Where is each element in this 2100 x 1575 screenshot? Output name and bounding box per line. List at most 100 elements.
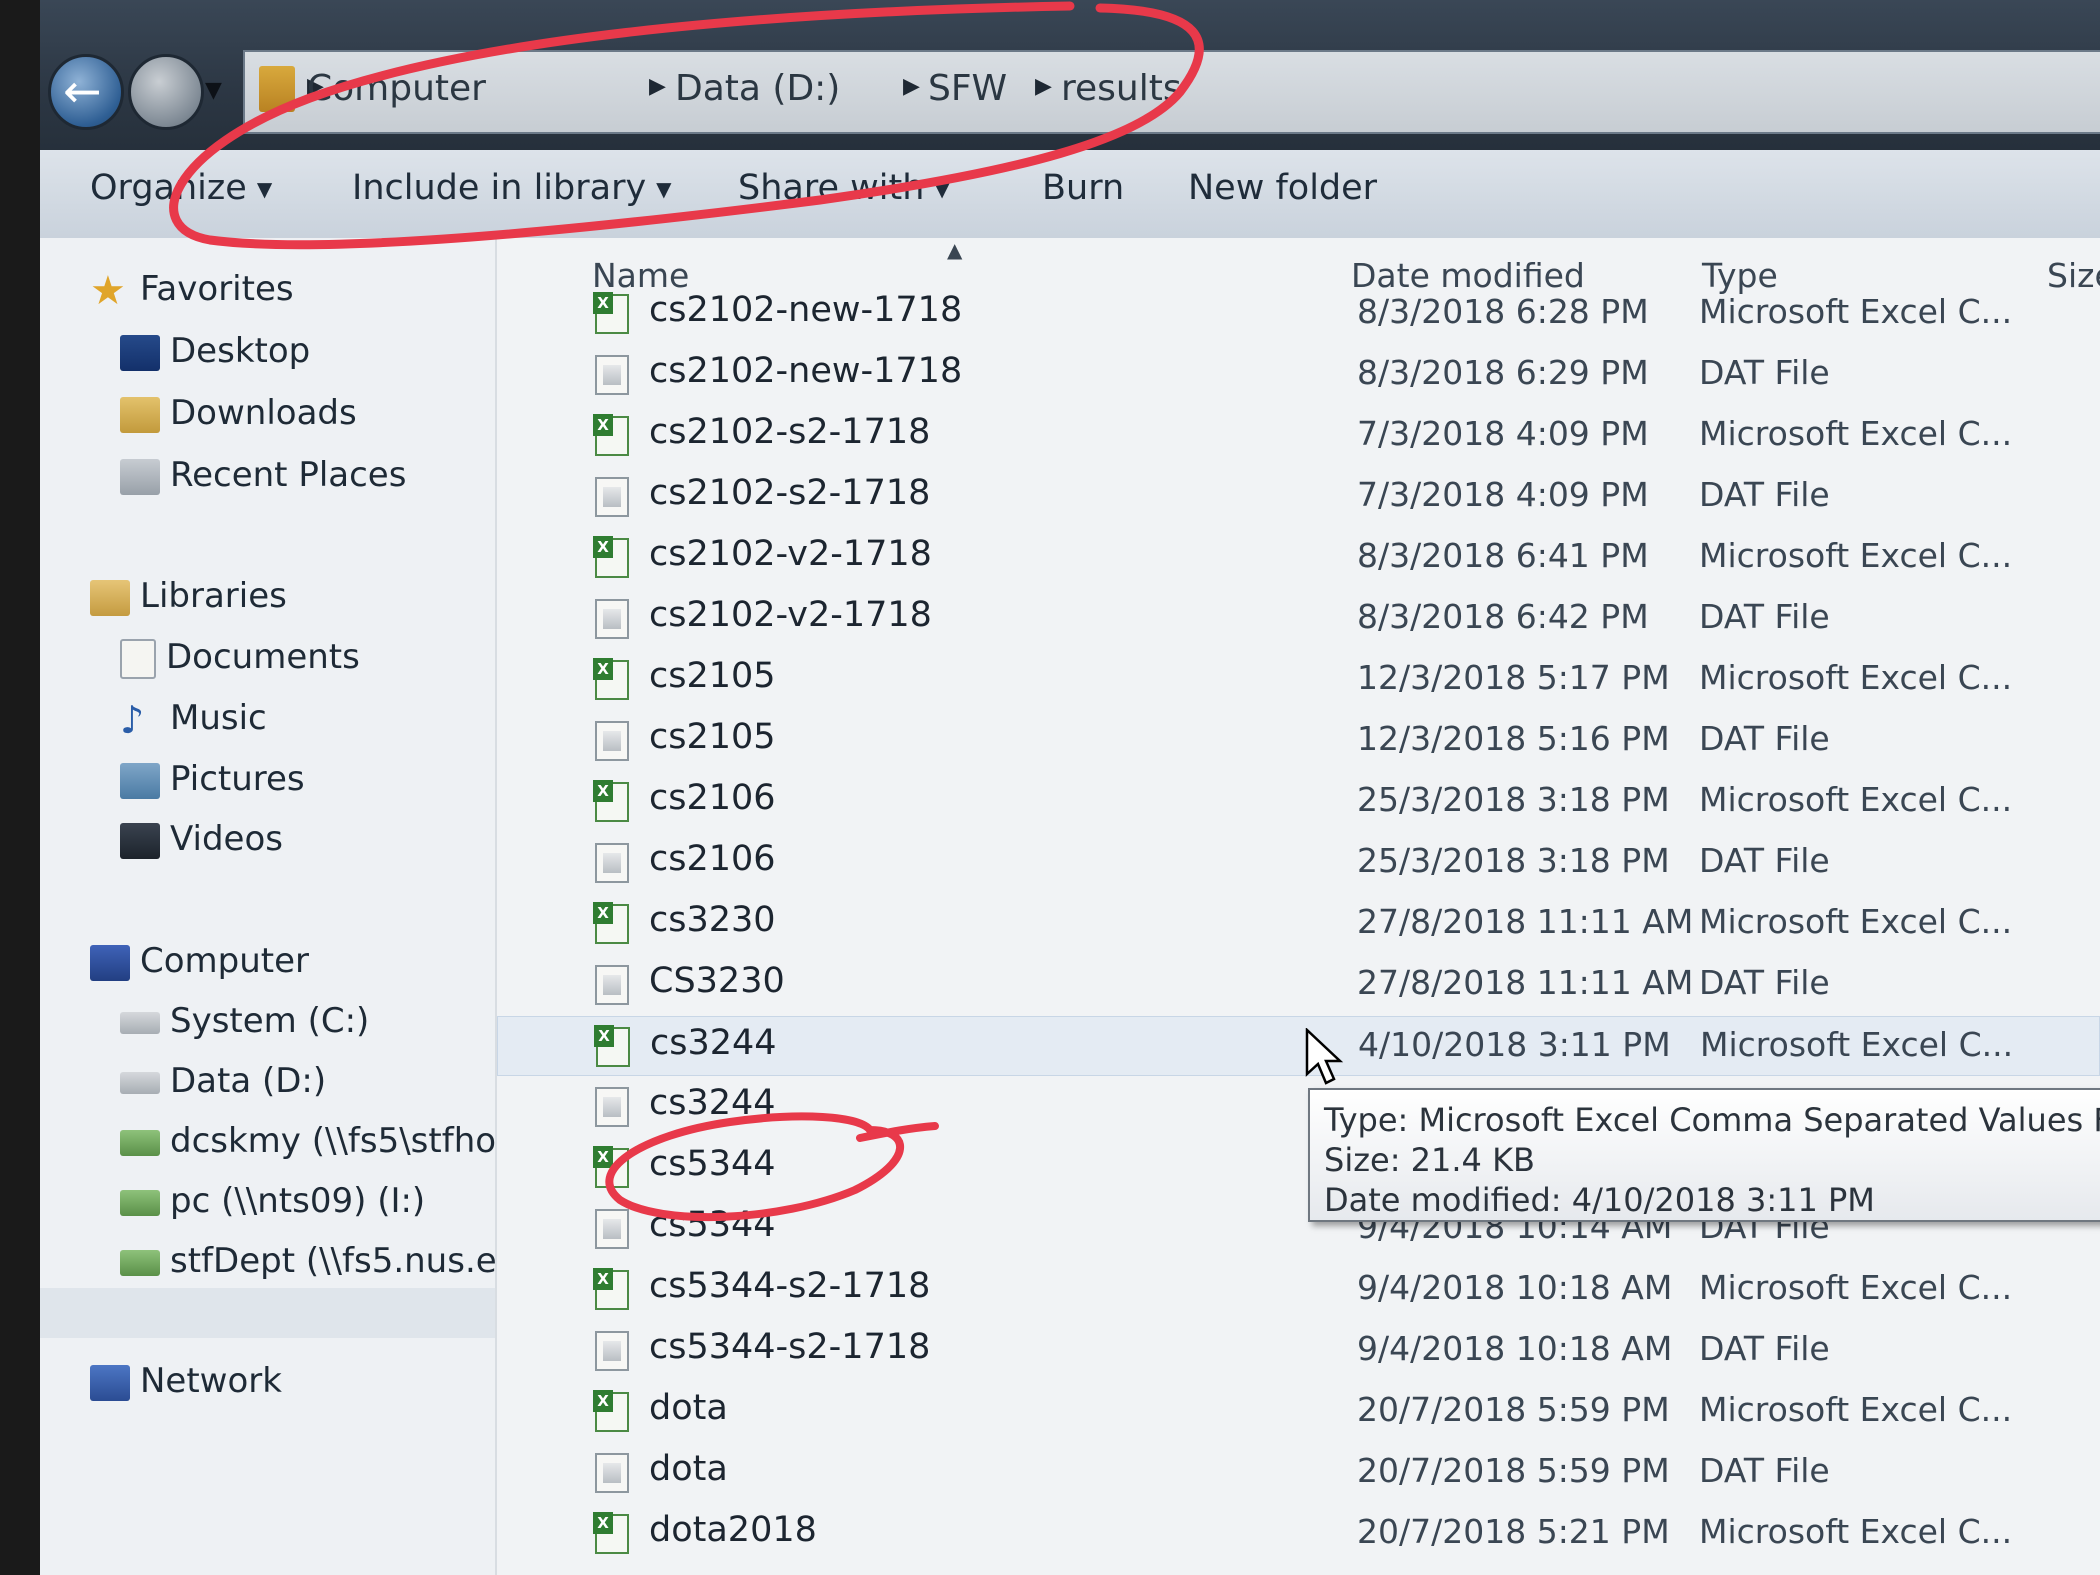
nav-music-label: Music bbox=[170, 698, 267, 738]
nav-downloads-label: Downloads bbox=[170, 393, 357, 433]
breadcrumb-data-d[interactable]: Data (D:) bbox=[675, 68, 840, 109]
nav-stfdept[interactable]: stfDept (\\fs5.nus.ec bbox=[120, 1238, 515, 1284]
file-type: Microsoft Excel C... bbox=[1699, 658, 2013, 697]
file-row[interactable]: cs5344-s2-1718 9/4/2018 10:18 AM Microsoft… bbox=[497, 1260, 2100, 1320]
dat-file-icon bbox=[595, 1331, 629, 1371]
breadcrumb-computer[interactable]: Computer bbox=[307, 68, 486, 109]
nav-pc-label: pc (\\nts09) (I:) bbox=[170, 1181, 426, 1221]
breadcrumb[interactable]: ▶ Computer ▶ Data (D:) ▶ SFW ▶ results bbox=[243, 50, 2100, 134]
nav-pc[interactable]: pc (\\nts09) (I:) bbox=[120, 1178, 425, 1224]
file-type: DAT File bbox=[1699, 719, 1830, 758]
chevron-down-icon: ▼ bbox=[256, 177, 273, 201]
dat-file-icon bbox=[595, 1087, 629, 1127]
dat-file-icon bbox=[595, 721, 629, 761]
network-drive-icon bbox=[120, 1249, 160, 1276]
tooltip-type: Type: Microsoft Excel Comma Separated Va… bbox=[1324, 1101, 2100, 1139]
file-row[interactable]: cs2106 25/3/2018 3:18 PM DAT File bbox=[497, 833, 2100, 893]
network-drive-icon bbox=[120, 1129, 160, 1156]
breadcrumb-sfw[interactable]: SFW bbox=[928, 68, 1007, 109]
nav-system-c-label: System (C:) bbox=[170, 1001, 370, 1041]
nav-downloads[interactable]: Downloads bbox=[120, 390, 357, 436]
new-folder-button[interactable]: New folder bbox=[1188, 168, 1377, 208]
file-name: cs2102-v2-1718 bbox=[649, 595, 932, 635]
file-name: cs2105 bbox=[649, 656, 776, 696]
file-row[interactable]: cs2106 25/3/2018 3:18 PM Microsoft Excel C… bbox=[497, 772, 2100, 832]
file-type: Microsoft Excel C... bbox=[1699, 1390, 2013, 1429]
back-button[interactable]: ← bbox=[48, 54, 124, 130]
organize-button[interactable]: Organize ▼ bbox=[90, 168, 272, 208]
breadcrumb-separator-icon[interactable]: ▶ bbox=[903, 74, 920, 99]
nav-recent-places[interactable]: Recent Places bbox=[120, 452, 406, 498]
file-row[interactable]: cs3230 27/8/2018 11:11 AMMicrosoft Excel … bbox=[497, 894, 2100, 954]
dat-file-icon bbox=[595, 355, 629, 395]
file-name: CS3230 bbox=[649, 961, 785, 1001]
nav-videos[interactable]: Videos bbox=[120, 816, 283, 862]
nav-favorites-label: Favorites bbox=[140, 269, 294, 309]
share-with-button[interactable]: Share with ▼ bbox=[738, 168, 950, 208]
nav-documents[interactable]: Documents bbox=[120, 634, 360, 680]
nav-desktop[interactable]: Desktop bbox=[120, 328, 310, 374]
file-row[interactable]: cs2102-s2-1718 7/3/2018 4:09 PM DAT File bbox=[497, 467, 2100, 527]
file-type: Microsoft Excel C... bbox=[1699, 292, 2013, 331]
nav-data-d[interactable]: Data (D:) bbox=[120, 1058, 326, 1104]
file-date-modified: 8/3/2018 6:42 PM bbox=[1357, 597, 1649, 636]
file-row[interactable]: cs2105 12/3/2018 5:16 PM DAT File bbox=[497, 711, 2100, 771]
file-date-modified: 12/3/2018 5:17 PM bbox=[1357, 658, 1670, 697]
file-row[interactable]: cs2102-new-1718 8/3/2018 6:28 PM Microsoft… bbox=[497, 284, 2100, 344]
breadcrumb-separator-icon[interactable]: ▶ bbox=[649, 74, 666, 99]
forward-button[interactable] bbox=[128, 54, 204, 130]
nav-libraries[interactable]: Libraries bbox=[90, 573, 287, 619]
file-name: cs3230 bbox=[649, 900, 776, 940]
file-row[interactable]: cs5344-s2-1718 9/4/2018 10:18 AM DAT File bbox=[497, 1321, 2100, 1381]
file-date-modified: 7/3/2018 4:09 PM bbox=[1357, 475, 1649, 514]
dat-file-icon bbox=[595, 1209, 629, 1249]
file-name: cs2102-new-1718 bbox=[649, 290, 963, 330]
file-info-tooltip: Type: Microsoft Excel Comma Separated Va… bbox=[1308, 1088, 2100, 1222]
organize-label: Organize bbox=[90, 168, 247, 208]
include-in-library-button[interactable]: Include in library ▼ bbox=[352, 168, 672, 208]
breadcrumb-separator-icon[interactable]: ▶ bbox=[1035, 74, 1052, 99]
file-row[interactable]: dota 20/7/2018 5:59 PM Microsoft Excel C..… bbox=[497, 1382, 2100, 1442]
dat-file-icon bbox=[595, 965, 629, 1005]
chevron-down-icon: ▼ bbox=[934, 177, 950, 201]
file-row[interactable]: cs2102-new-1718 8/3/2018 6:29 PM DAT File bbox=[497, 345, 2100, 405]
file-name: cs2106 bbox=[649, 839, 776, 879]
file-row[interactable]: CS3230 27/8/2018 11:11 AM DAT File bbox=[497, 955, 2100, 1015]
dat-file-icon bbox=[595, 1453, 629, 1493]
nav-network[interactable]: Network bbox=[90, 1358, 282, 1404]
file-date-modified: 20/7/2018 5:59 PM bbox=[1357, 1451, 1670, 1490]
file-type: DAT File bbox=[1699, 1329, 1830, 1368]
folder-icon bbox=[259, 66, 295, 112]
burn-button[interactable]: Burn bbox=[1042, 168, 1124, 208]
nav-computer[interactable]: Computer bbox=[90, 938, 309, 984]
file-row[interactable]: dota2018 20/7/2018 5:21 PM Microsoft Excel… bbox=[497, 1504, 2100, 1564]
file-date-modified: 8/3/2018 6:41 PM bbox=[1357, 536, 1649, 575]
excel-csv-file-icon bbox=[593, 1146, 629, 1188]
file-date-modified: 25/3/2018 3:18 PM bbox=[1357, 780, 1670, 819]
tooltip-size: Size: 21.4 KB bbox=[1324, 1141, 1535, 1179]
file-row[interactable]: cs2105 12/3/2018 5:17 PM Microsoft Excel C… bbox=[497, 650, 2100, 710]
file-name: cs2102-s2-1718 bbox=[649, 412, 931, 452]
file-type: Microsoft Excel C... bbox=[1699, 414, 2013, 453]
computer-icon bbox=[90, 944, 130, 981]
file-name: cs2102-s2-1718 bbox=[649, 473, 931, 513]
file-row[interactable]: dota 20/7/2018 5:59 PM DAT File bbox=[497, 1443, 2100, 1503]
nav-pictures[interactable]: Pictures bbox=[120, 756, 305, 802]
file-date-modified: 20/7/2018 5:21 PM bbox=[1357, 1512, 1670, 1551]
file-date-modified: 20/7/2018 5:59 PM bbox=[1357, 1390, 1670, 1429]
nav-music[interactable]: ♪ Music bbox=[120, 695, 267, 741]
nav-system-c[interactable]: System (C:) bbox=[120, 998, 369, 1044]
network-drive-icon bbox=[120, 1189, 160, 1216]
file-type: Microsoft Excel C... bbox=[1699, 1268, 2013, 1307]
file-row[interactable]: cs2102-v2-1718 8/3/2018 6:41 PM Microsoft … bbox=[497, 528, 2100, 588]
file-row[interactable]: cs2102-v2-1718 8/3/2018 6:42 PM DAT File bbox=[497, 589, 2100, 649]
recent-pages-dropdown-icon[interactable]: ▼ bbox=[205, 78, 222, 103]
nav-dcskmy[interactable]: dcskmy (\\fs5\stfho bbox=[120, 1118, 496, 1164]
breadcrumb-results[interactable]: results bbox=[1061, 68, 1182, 109]
nav-favorites[interactable]: ★ Favorites bbox=[90, 266, 294, 312]
nav-pictures-label: Pictures bbox=[170, 759, 305, 799]
file-row[interactable]: cs2102-s2-1718 7/3/2018 4:09 PM Microsoft … bbox=[497, 406, 2100, 466]
excel-csv-file-icon bbox=[593, 536, 629, 578]
file-row[interactable]: cs3244 4/10/2018 3:11 PM Microsoft Excel C… bbox=[497, 1016, 2100, 1076]
file-name: dota2018 bbox=[649, 1510, 817, 1550]
